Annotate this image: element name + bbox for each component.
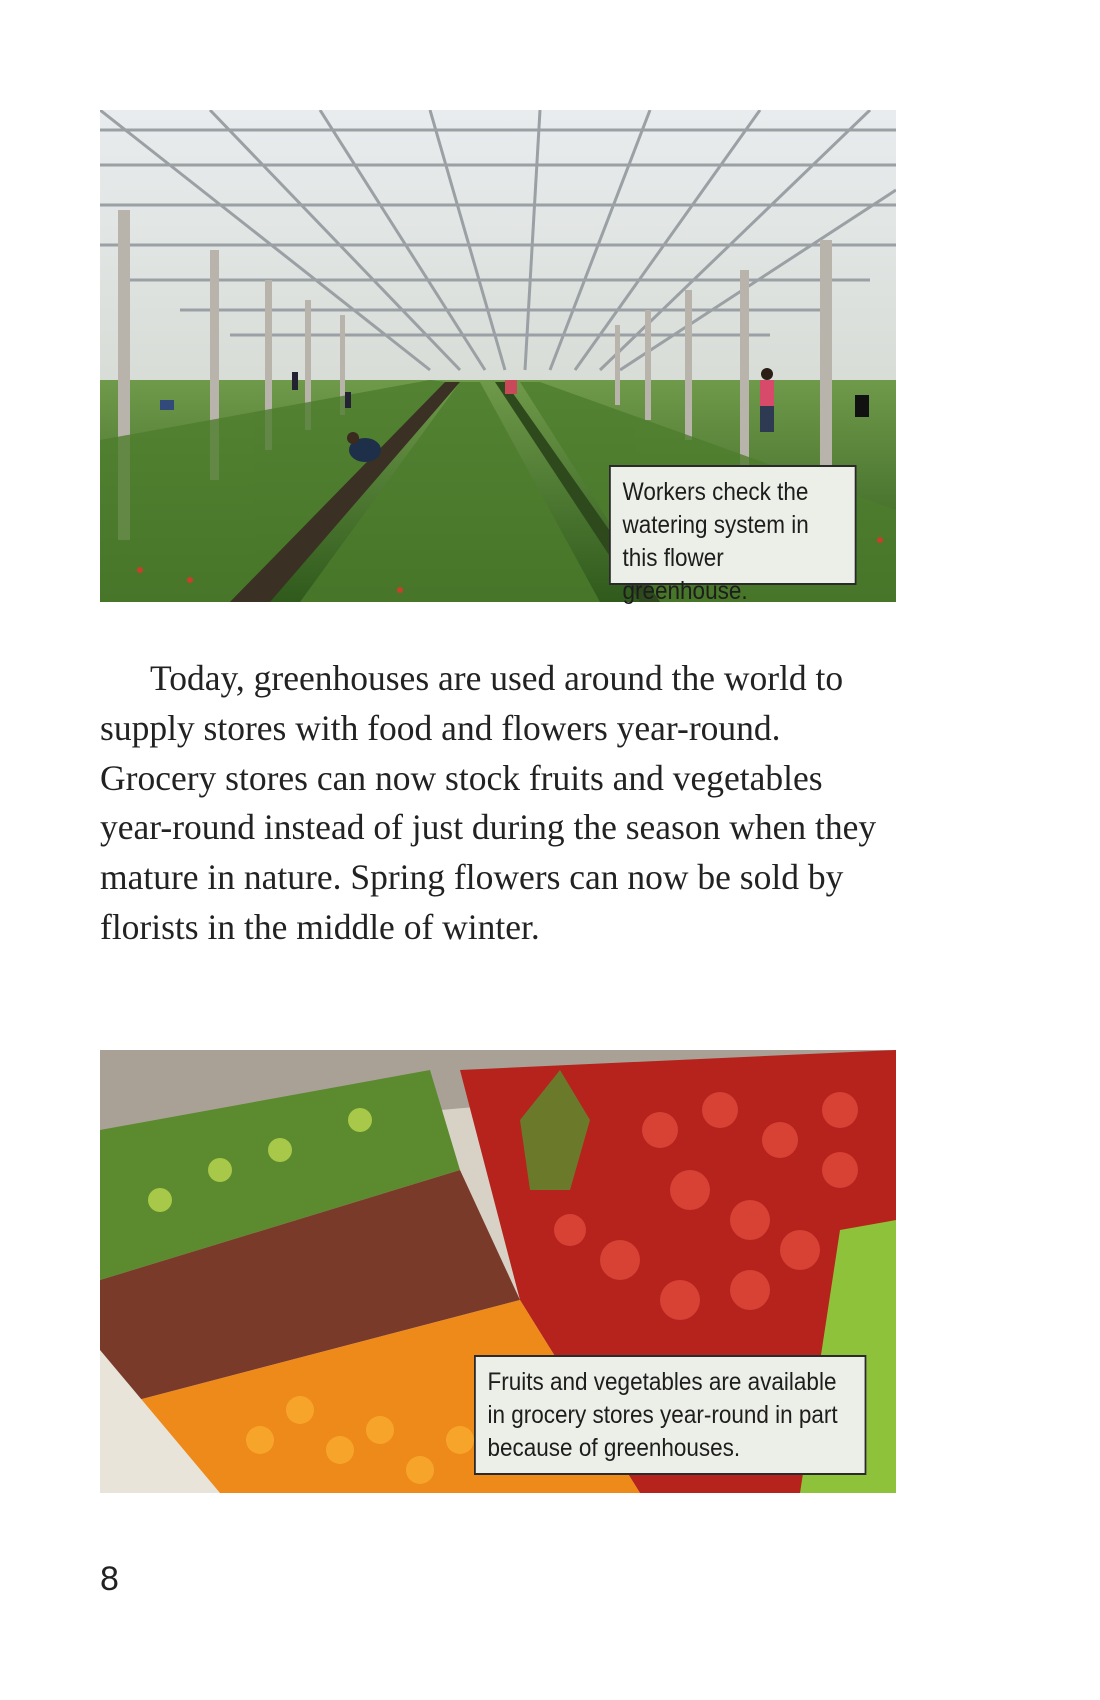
- page-number: 8: [100, 1560, 119, 1598]
- body-paragraph: Today, greenhouses are used around the w…: [100, 658, 877, 947]
- grocery-caption: Fruits and vegetables are available in g…: [474, 1355, 867, 1475]
- greenhouse-caption: Workers check the watering system in thi…: [609, 465, 857, 605]
